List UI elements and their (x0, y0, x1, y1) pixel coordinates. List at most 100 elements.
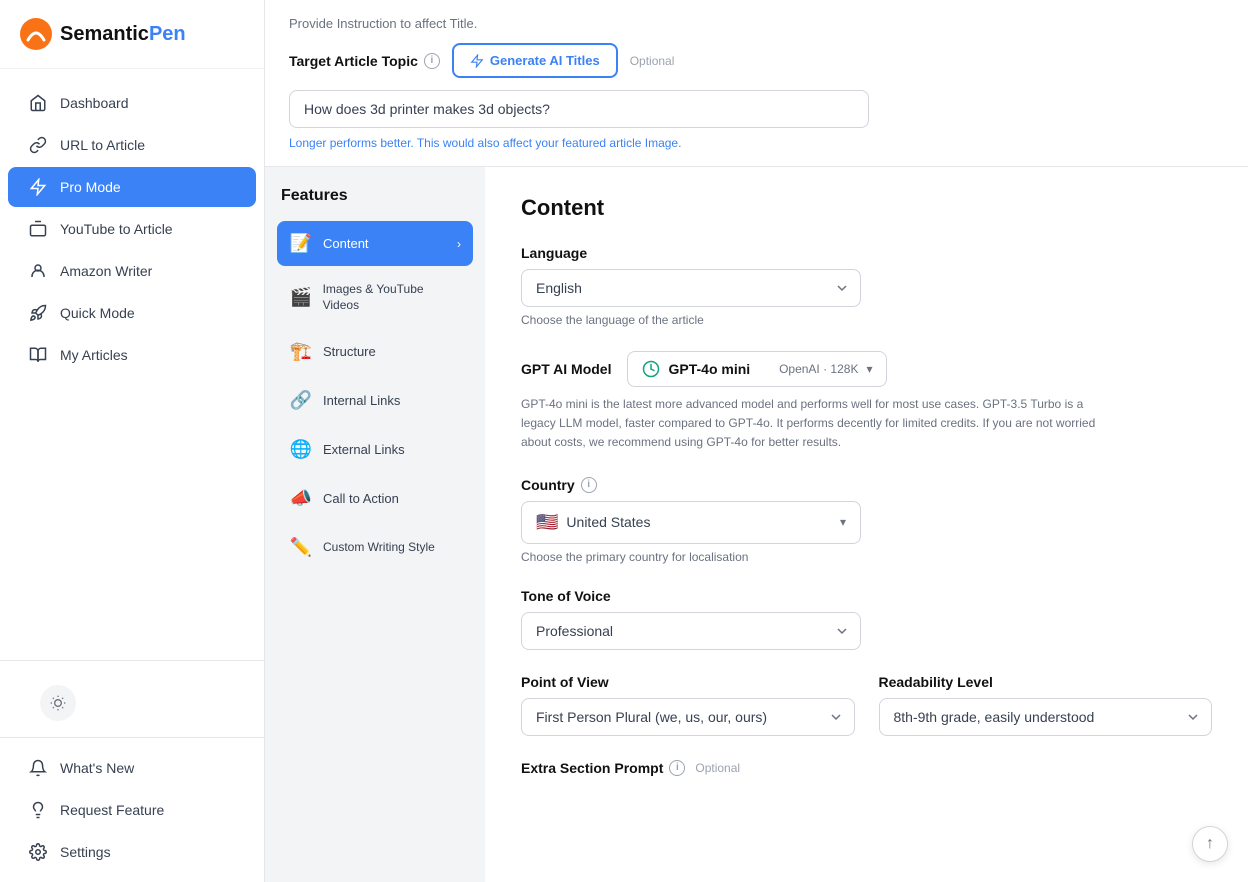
target-row: Target Article Topic i Generate AI Title… (289, 43, 1224, 78)
theme-toggle-button[interactable] (40, 685, 76, 721)
sidebar-item-dashboard[interactable]: Dashboard (8, 83, 256, 123)
language-select[interactable]: English Spanish French German (521, 269, 861, 307)
sparkle-btn-icon (470, 54, 484, 68)
sidebar-item-pro-mode[interactable]: Pro Mode (8, 167, 256, 207)
sidebar-item-quick-mode-label: Quick Mode (60, 305, 135, 321)
sidebar-item-url-to-article[interactable]: URL to Article (8, 125, 256, 165)
feature-item-content[interactable]: 📝 Content › (277, 221, 473, 266)
features-panel: Features 📝 Content › 🎬 Images & YouTube … (265, 167, 485, 882)
country-hint: Choose the primary country for localisat… (521, 550, 1212, 564)
extra-section-group: Extra Section Prompt i Optional (521, 760, 1212, 776)
country-info-icon[interactable]: i (581, 477, 597, 493)
features-title: Features (277, 187, 473, 205)
feature-item-custom-writing-style[interactable]: ✏️ Custom Writing Style (277, 525, 473, 570)
logo-text: SemanticPen (60, 23, 186, 46)
internal-links-feature-label: Internal Links (323, 393, 400, 408)
custom-writing-feature-icon: ✏️ (289, 537, 313, 558)
language-label: Language (521, 245, 1212, 261)
country-name: United States (566, 514, 832, 530)
images-feature-label: Images & YouTube Videos (323, 282, 461, 313)
sparkle-icon (28, 177, 48, 197)
topic-hint: Longer performs better. This would also … (289, 136, 1224, 150)
readability-select[interactable]: 5th grade 6th grade 7th grade 8th-9th gr… (879, 698, 1213, 736)
language-hint: Choose the language of the article (521, 313, 1212, 327)
lightbulb-icon (28, 800, 48, 820)
target-article-label: Target Article Topic i (289, 53, 440, 69)
gpt-model-row: GPT AI Model GPT-4o mini OpenAI · 128K ▾ (521, 351, 1212, 387)
country-flag: 🇺🇸 (536, 512, 558, 533)
feature-item-internal-links[interactable]: 🔗 Internal Links (277, 378, 473, 423)
settings-panel: Content Language English Spanish French … (485, 167, 1248, 882)
whats-new-label: What's New (60, 760, 134, 776)
scroll-to-top-button[interactable]: ↑ (1192, 826, 1228, 862)
readability-label: Readability Level (879, 674, 1213, 690)
sidebar-item-amazon-label: Amazon Writer (60, 263, 152, 279)
logo-icon (20, 18, 52, 50)
optional-badge: Optional (630, 54, 675, 68)
pov-select[interactable]: First Person Singular (I, me, my, mine) … (521, 698, 855, 736)
sidebar-bottom: What's New Request Feature Settings (0, 737, 264, 882)
tone-group: Tone of Voice Professional Casual Formal… (521, 588, 1212, 650)
gpt-description: GPT-4o mini is the latest more advanced … (521, 395, 1101, 453)
sidebar-item-amazon-writer[interactable]: Amazon Writer (8, 251, 256, 291)
feature-item-structure[interactable]: 🏗️ Structure (277, 329, 473, 374)
gpt-model-name: GPT-4o mini (668, 361, 771, 377)
sidebar: SemanticPen Dashboard URL to Article Pro… (0, 0, 265, 882)
home-icon (28, 93, 48, 113)
tone-label: Tone of Voice (521, 588, 1212, 604)
topic-input[interactable] (289, 90, 869, 128)
settings-title: Content (521, 195, 1212, 221)
logo: SemanticPen (0, 0, 264, 69)
sidebar-item-quick-mode[interactable]: Quick Mode (8, 293, 256, 333)
main-header: Provide Instruction to affect Title. Tar… (265, 0, 1248, 167)
sidebar-item-youtube-to-article[interactable]: YouTube to Article (8, 209, 256, 249)
target-info-icon[interactable]: i (424, 53, 440, 69)
gpt-model-group: GPT AI Model GPT-4o mini OpenAI · 128K ▾… (521, 351, 1212, 453)
youtube-icon (28, 219, 48, 239)
country-selector[interactable]: 🇺🇸 United States ▾ (521, 501, 861, 544)
internal-links-feature-icon: 🔗 (289, 390, 313, 411)
header-hint: Provide Instruction to affect Title. (289, 16, 1224, 31)
rocket-icon (28, 303, 48, 323)
pov-group: Point of View First Person Singular (I, … (521, 674, 855, 736)
generate-ai-titles-button[interactable]: Generate AI Titles (452, 43, 618, 78)
articles-icon (28, 345, 48, 365)
country-chevron-icon: ▾ (840, 515, 846, 529)
theme-toggle-container (0, 669, 264, 737)
content-area: Features 📝 Content › 🎬 Images & YouTube … (265, 167, 1248, 882)
language-group: Language English Spanish French German C… (521, 245, 1212, 327)
readability-group: Readability Level 5th grade 6th grade 7t… (879, 674, 1213, 736)
extra-section-optional: Optional (695, 761, 740, 775)
feature-item-images-youtube[interactable]: 🎬 Images & YouTube Videos (277, 270, 473, 325)
sidebar-item-my-articles-label: My Articles (60, 347, 128, 363)
settings-label: Settings (60, 844, 111, 860)
settings-icon (28, 842, 48, 862)
sidebar-item-youtube-label: YouTube to Article (60, 221, 173, 237)
extra-section-label: Extra Section Prompt i Optional (521, 760, 1212, 776)
structure-feature-icon: 🏗️ (289, 341, 313, 362)
sidebar-item-dashboard-label: Dashboard (60, 95, 129, 111)
main-content: Provide Instruction to affect Title. Tar… (265, 0, 1248, 882)
nav-divider (0, 660, 264, 661)
external-links-feature-icon: 🌐 (289, 439, 313, 460)
gpt-model-provider: OpenAI · 128K (779, 362, 858, 376)
feature-item-external-links[interactable]: 🌐 External Links (277, 427, 473, 472)
gpt-model-selector[interactable]: GPT-4o mini OpenAI · 128K ▾ (627, 351, 887, 387)
structure-feature-label: Structure (323, 344, 376, 359)
content-feature-icon: 📝 (289, 233, 313, 254)
sidebar-item-settings[interactable]: Settings (8, 832, 256, 872)
link-icon (28, 135, 48, 155)
gpt-model-label: GPT AI Model (521, 361, 611, 377)
extra-section-info-icon[interactable]: i (669, 760, 685, 776)
sidebar-item-request-feature[interactable]: Request Feature (8, 790, 256, 830)
sidebar-item-pro-mode-label: Pro Mode (60, 179, 121, 195)
feature-item-call-to-action[interactable]: 📣 Call to Action (277, 476, 473, 521)
country-group: Country i 🇺🇸 United States ▾ Choose the … (521, 477, 1212, 564)
tone-select[interactable]: Professional Casual Formal Friendly (521, 612, 861, 650)
call-to-action-feature-label: Call to Action (323, 491, 399, 506)
sidebar-item-whats-new[interactable]: What's New (8, 748, 256, 788)
sidebar-item-my-articles[interactable]: My Articles (8, 335, 256, 375)
main-nav: Dashboard URL to Article Pro Mode YouTub… (0, 69, 264, 652)
bell-icon (28, 758, 48, 778)
pov-readability-row: Point of View First Person Singular (I, … (521, 674, 1212, 736)
